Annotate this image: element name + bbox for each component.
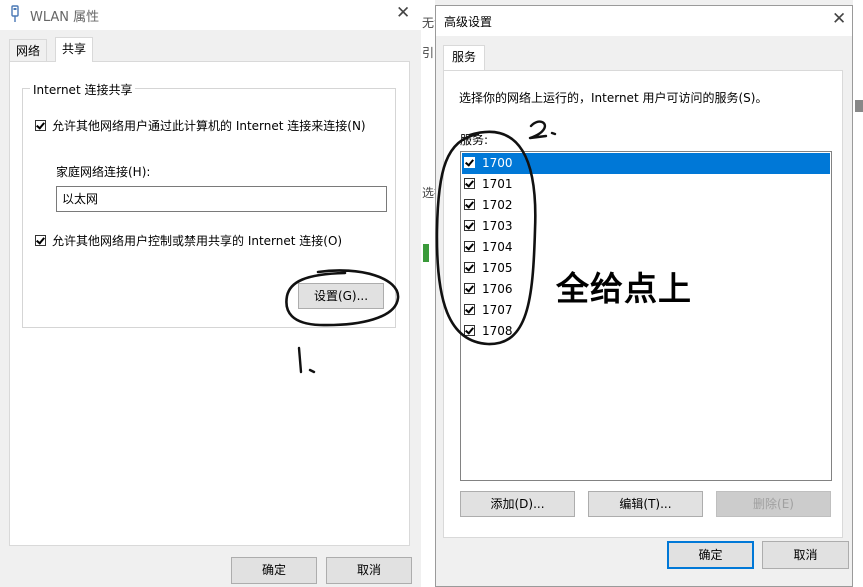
background-text: 无法 [422,16,435,30]
add-button[interactable]: 添加(D)... [460,491,575,517]
tab-sharing[interactable]: 共享 [55,37,94,62]
tab-network[interactable]: 网络 [9,39,48,62]
background-text: 引门 [422,46,435,60]
list-item[interactable]: 1702 [462,195,830,216]
close-icon[interactable]: ✕ [832,9,846,29]
settings-button[interactable]: 设置(G)... [298,283,384,309]
background-text: 选择 [422,186,435,200]
list-item[interactable]: 1700 [462,153,830,174]
service-checkbox[interactable] [464,325,475,336]
allow-control-checkbox[interactable] [35,235,46,246]
tab-services[interactable]: 服务 [443,45,486,70]
ok-button[interactable]: 确定 [667,541,754,569]
title-bar: WLAN 属性 ✕ [0,0,421,30]
allow-control-label: 允许其他网络用户控制或禁用共享的 Internet 连接(O) [52,234,343,248]
service-checkbox[interactable] [464,262,475,273]
services-description: 选择你的网络上运行的，Internet 用户可访问的服务(S)。 [459,91,768,105]
list-item[interactable]: 1704 [462,237,830,258]
cancel-button[interactable]: 取消 [762,541,849,569]
background-window-edge: （ [853,0,863,587]
service-name: 1703 [482,219,513,233]
service-checkbox[interactable] [464,283,475,294]
service-name: 1704 [482,240,513,254]
ok-button[interactable]: 确定 [231,557,317,584]
title-bar: 高级设置 ✕ [436,6,852,36]
list-item[interactable]: 1708 [462,321,830,342]
service-checkbox[interactable] [464,157,475,168]
home-network-field[interactable]: 以太网 [56,186,387,212]
wlan-properties-dialog: WLAN 属性 ✕ 网络 共享 Internet 连接共享 允许其他网络用户通过… [0,0,421,587]
background-signal-icon [423,244,429,262]
service-name: 1705 [482,261,513,275]
home-network-label: 家庭网络连接(H): [56,165,151,179]
service-checkbox[interactable] [464,199,475,210]
instruction-annotation: 全给点上 [556,269,692,308]
service-name: 1702 [482,198,513,212]
delete-button[interactable]: 删除(E) [716,491,831,517]
service-name: 1706 [482,282,513,296]
service-checkbox[interactable] [464,304,475,315]
wlan-adapter-icon [11,5,19,22]
service-checkbox[interactable] [464,220,475,231]
list-item[interactable]: 1701 [462,174,830,195]
window-title: WLAN 属性 [30,10,100,25]
services-list[interactable]: 1700 1701 1702 1703 1704 1705 1706 1707 [460,151,832,481]
service-name: 1708 [482,324,513,338]
services-label: 服务: [460,133,489,147]
service-name: 1707 [482,303,513,317]
service-name: 1700 [482,156,513,170]
background-text: （ [855,252,863,269]
allow-share-label: 允许其他网络用户通过此计算机的 Internet 连接来连接(N) [52,119,366,133]
window-title: 高级设置 [444,15,493,29]
cancel-button[interactable]: 取消 [326,557,412,584]
service-name: 1701 [482,177,513,191]
list-item[interactable]: 1703 [462,216,830,237]
group-title: Internet 连接共享 [30,81,136,98]
close-icon[interactable]: ✕ [396,3,410,23]
background-window: 无法 引门 选择 [421,0,435,587]
background-scroll-icon [855,100,863,112]
service-checkbox[interactable] [464,241,475,252]
edit-button[interactable]: 编辑(T)... [588,491,703,517]
service-checkbox[interactable] [464,178,475,189]
allow-share-checkbox[interactable] [35,120,46,131]
